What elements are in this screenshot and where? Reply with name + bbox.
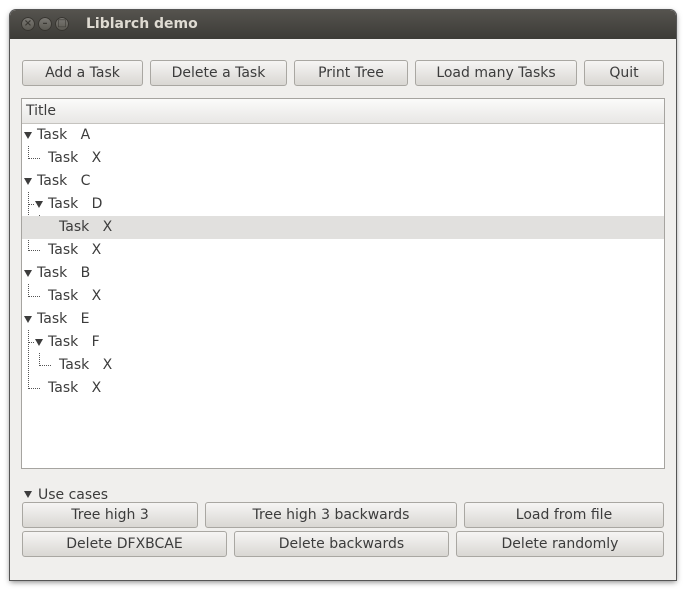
task-title: Task X (59, 219, 113, 235)
delete-task-button[interactable]: Delete a Task (150, 60, 287, 86)
task-title: Task E (37, 311, 90, 327)
quit-button[interactable]: Quit (584, 60, 664, 86)
tree-row-selected[interactable]: Task X (22, 216, 664, 239)
task-title: Task B (37, 265, 91, 281)
task-tree-view[interactable]: Title Task A Task X Task C Task D Task X… (21, 98, 665, 469)
task-title: Task X (48, 288, 102, 304)
column-header-title[interactable]: Title (22, 99, 664, 124)
delete-randomly-button[interactable]: Delete randomly (456, 531, 664, 557)
expanded-arrow-icon[interactable] (24, 316, 32, 323)
task-title: Task X (48, 150, 102, 166)
add-task-button[interactable]: Add a Task (22, 60, 143, 86)
expanded-arrow-icon[interactable] (24, 270, 32, 277)
tree-row[interactable]: Task B (22, 262, 664, 285)
delete-dfxbcae-button[interactable]: Delete DFXBCAE (22, 531, 227, 557)
tree-row[interactable]: Task D (22, 193, 664, 216)
expanded-arrow-icon[interactable] (35, 201, 43, 208)
task-title: Task A (37, 127, 91, 143)
tree-row[interactable]: Task X (22, 377, 664, 400)
expanded-arrow-icon[interactable] (24, 491, 32, 498)
expanded-arrow-icon[interactable] (24, 178, 32, 185)
tree-row[interactable]: Task X (22, 285, 664, 308)
task-title: Task C (37, 173, 91, 189)
tree-row[interactable]: Task A (22, 124, 664, 147)
use-cases-expander[interactable]: Use cases (24, 487, 108, 503)
tree-row[interactable]: Task E (22, 308, 664, 331)
load-from-file-button[interactable]: Load from file (464, 502, 664, 528)
expanded-arrow-icon[interactable] (35, 339, 43, 346)
task-title: Task X (48, 242, 102, 258)
tree-high-3-backwards-button[interactable]: Tree high 3 backwards (205, 502, 457, 528)
minimize-icon[interactable]: – (38, 17, 52, 31)
load-many-tasks-button[interactable]: Load many Tasks (415, 60, 577, 86)
delete-backwards-button[interactable]: Delete backwards (234, 531, 449, 557)
print-tree-button[interactable]: Print Tree (294, 60, 408, 86)
maximize-icon[interactable]: □ (55, 17, 69, 31)
task-title: Task F (48, 334, 100, 350)
window-title: Liblarch demo (86, 16, 198, 32)
close-icon[interactable]: × (21, 17, 35, 31)
tree-row[interactable]: Task X (22, 239, 664, 262)
tree-high-3-button[interactable]: Tree high 3 (22, 502, 198, 528)
tree-row[interactable]: Task X (22, 147, 664, 170)
expanded-arrow-icon[interactable] (24, 132, 32, 139)
task-title: Task D (48, 196, 103, 212)
tree-row[interactable]: Task F (22, 331, 664, 354)
tree-row[interactable]: Task C (22, 170, 664, 193)
use-cases-label: Use cases (38, 487, 109, 503)
app-window: × – □ Liblarch demo Add a Task Delete a … (10, 10, 676, 580)
title-bar: × – □ Liblarch demo (10, 10, 676, 39)
task-title: Task X (48, 380, 102, 396)
task-title: Task X (59, 357, 113, 373)
tree-row[interactable]: Task X (22, 354, 664, 377)
